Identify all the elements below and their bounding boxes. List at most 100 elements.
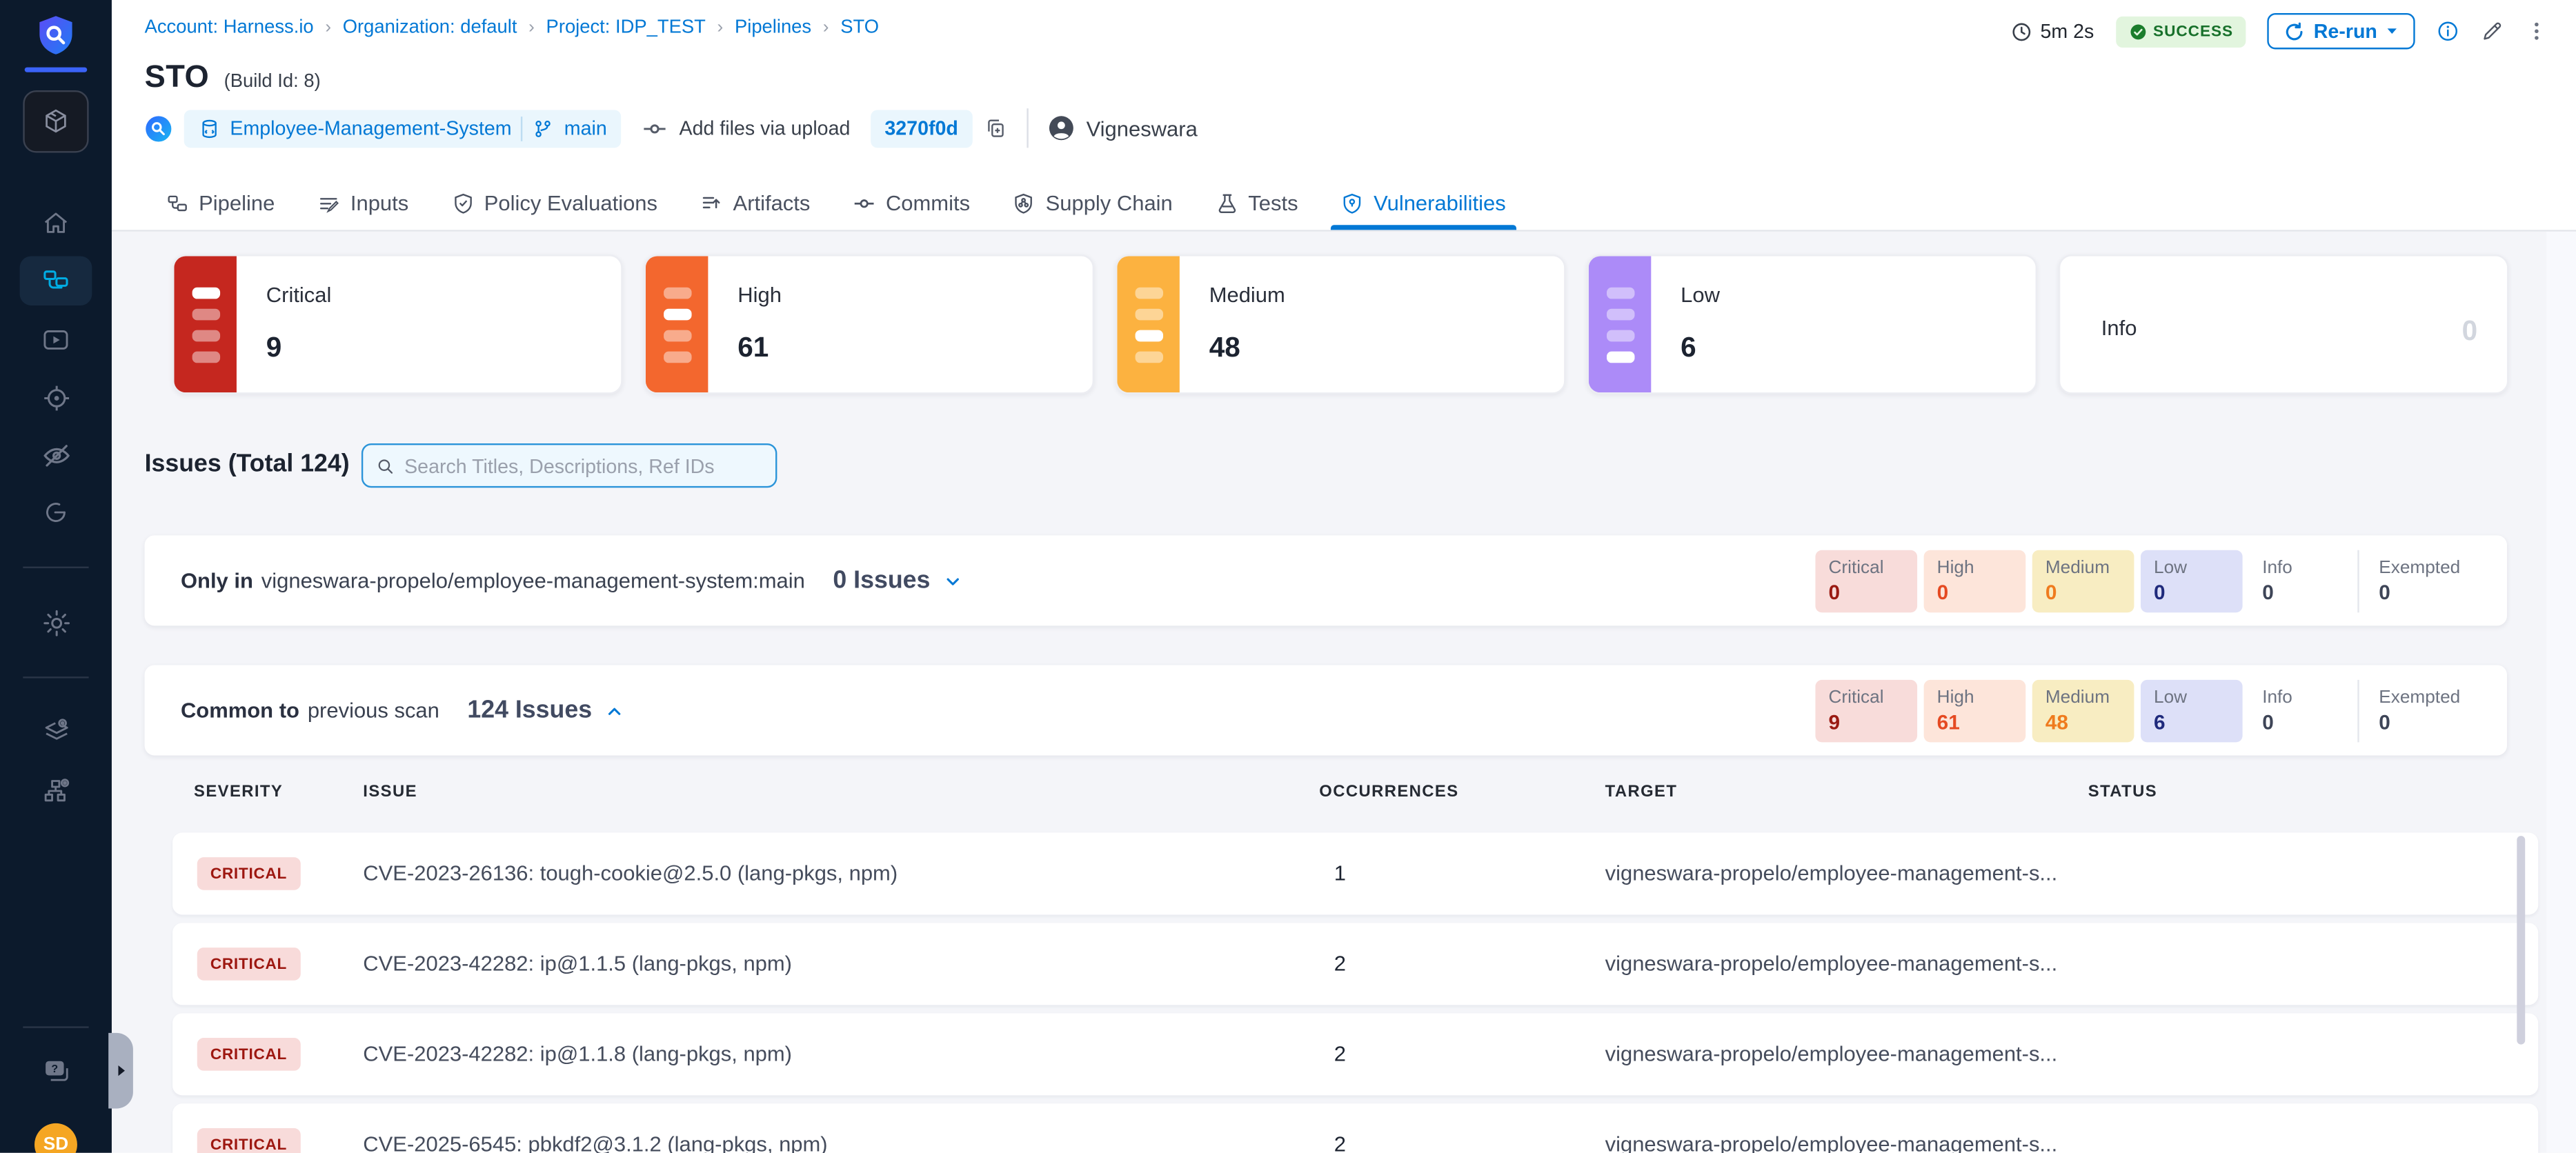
artifacts-tab-icon bbox=[700, 191, 723, 214]
column-header-issue: ISSUE bbox=[363, 783, 417, 801]
chevron-up-icon[interactable] bbox=[605, 701, 625, 721]
tab-vulnerabilities[interactable]: Vulnerabilities bbox=[1320, 176, 1527, 230]
issue-cell[interactable]: CVE-2023-42282: ip@1.1.8 (lang-pkgs, npm… bbox=[363, 1041, 792, 1066]
severity-card-label: High bbox=[737, 283, 782, 308]
severity-card-label: Medium bbox=[1209, 283, 1285, 308]
breadcrumb: Account: Harness.io›Organization: defaul… bbox=[145, 18, 879, 38]
executions-play-icon bbox=[41, 325, 71, 355]
tab-supply-chain[interactable]: Supply Chain bbox=[991, 176, 1194, 230]
occurrences-cell: 2 bbox=[1334, 951, 1346, 976]
tab-artifacts[interactable]: Artifacts bbox=[679, 176, 831, 230]
severity-card-value: 6 bbox=[1681, 332, 1696, 365]
sidebar-item-executions[interactable] bbox=[0, 315, 112, 364]
issue-table-row[interactable]: CRITICAL CVE-2023-42282: ip@1.1.8 (lang-… bbox=[172, 1013, 2538, 1095]
tab-commits[interactable]: Commits bbox=[831, 176, 991, 230]
user-avatar-icon bbox=[1049, 115, 1075, 141]
supply-chain-tab-icon bbox=[1013, 191, 1036, 214]
severity-badge: CRITICAL bbox=[197, 1128, 300, 1153]
sidebar-item-home[interactable] bbox=[0, 199, 112, 248]
breadcrumb-link[interactable]: Project: IDP_TEST bbox=[546, 18, 706, 38]
issue-cell[interactable]: CVE-2023-26136: tough-cookie@2.5.0 (lang… bbox=[363, 861, 898, 885]
severity-chip: High 0 bbox=[1924, 550, 2026, 612]
rerun-button[interactable]: Re-run bbox=[2268, 13, 2415, 49]
severity-summary-card[interactable]: High 61 bbox=[644, 254, 1095, 394]
breadcrumb-link[interactable]: Organization: default bbox=[343, 18, 517, 38]
severity-chip: Exempted 0 bbox=[2357, 550, 2475, 612]
chip-value: 0 bbox=[2262, 711, 2338, 734]
sidebar-item-pipelines[interactable] bbox=[20, 256, 92, 305]
tab-pipeline[interactable]: Pipeline bbox=[145, 176, 297, 230]
chip-label: Exempted bbox=[2379, 559, 2462, 579]
sidebar-item-org-settings[interactable] bbox=[0, 765, 112, 814]
commit-sha-pill[interactable]: 3270f0d bbox=[870, 109, 973, 147]
section-only-in[interactable]: Only in vigneswara-propelo/employee-mana… bbox=[145, 535, 2507, 625]
tab-tests[interactable]: Tests bbox=[1194, 176, 1320, 230]
more-options-kebab-icon[interactable] bbox=[2525, 20, 2548, 43]
sidebar-item-default-settings[interactable] bbox=[0, 706, 112, 755]
breadcrumb-link[interactable]: Pipelines bbox=[735, 18, 811, 38]
run-info-icon[interactable] bbox=[2437, 20, 2459, 43]
scrollbar-thumb[interactable] bbox=[2516, 836, 2524, 1044]
user-avatar[interactable]: SD bbox=[34, 1123, 77, 1153]
chip-label: High bbox=[1937, 559, 2013, 579]
sidebar-item-exemptions[interactable] bbox=[0, 430, 112, 479]
issues-search-input[interactable] bbox=[404, 454, 762, 477]
chip-value: 0 bbox=[1937, 581, 2013, 604]
breadcrumb-link[interactable]: Account: Harness.io bbox=[145, 18, 314, 38]
severity-summary-card[interactable]: Critical 9 bbox=[172, 254, 623, 394]
issue-cell[interactable]: CVE-2023-42282: ip@1.1.5 (lang-pkgs, npm… bbox=[363, 951, 792, 976]
sidebar-item-targets[interactable] bbox=[0, 373, 112, 422]
tab-inputs[interactable]: Inputs bbox=[296, 176, 430, 230]
severity-chip: Info 0 bbox=[2249, 680, 2351, 742]
build-id-label: (Build Id: 8) bbox=[224, 72, 321, 92]
repo-name[interactable]: Employee-Management-System bbox=[230, 117, 511, 139]
repo-branch-pill[interactable]: Employee-Management-System main bbox=[184, 109, 622, 147]
copy-icon[interactable] bbox=[984, 117, 1007, 139]
section-common-to[interactable]: Common to previous scan 124 Issues Criti… bbox=[145, 665, 2507, 755]
commits-tab-icon bbox=[853, 191, 875, 214]
chip-value: 0 bbox=[2045, 581, 2121, 604]
severity-card-value: 0 bbox=[2462, 315, 2478, 348]
severity-card-label: Critical bbox=[266, 283, 332, 308]
issue-table-row[interactable]: CRITICAL CVE-2023-42282: ip@1.1.5 (lang-… bbox=[172, 923, 2538, 1005]
commit-message[interactable]: Add files via upload bbox=[680, 117, 851, 139]
sidebar-item-get-started[interactable] bbox=[0, 488, 112, 537]
sidebar-divider bbox=[23, 1026, 88, 1027]
severity-chip-row: Critical 9 High 61 Medium 48 Low 6 Info … bbox=[1815, 680, 2475, 742]
severity-chip: Medium 48 bbox=[2032, 680, 2134, 742]
severity-summary-card[interactable]: Medium 48 bbox=[1116, 254, 1566, 394]
sidebar-item-settings[interactable] bbox=[0, 598, 112, 647]
chip-value: 9 bbox=[1828, 711, 1904, 734]
breadcrumb-link[interactable]: STO bbox=[840, 18, 879, 38]
tab-policy-evaluations[interactable]: Policy Evaluations bbox=[430, 176, 679, 230]
issue-cell[interactable]: CVE-2025-6545: pbkdf2@3.1.2 (lang-pkgs, … bbox=[363, 1132, 827, 1153]
severity-badge: CRITICAL bbox=[197, 1038, 300, 1071]
refresh-icon bbox=[2284, 21, 2306, 42]
edit-pipeline-icon[interactable] bbox=[2481, 20, 2504, 43]
severity-summary-card[interactable]: Low 6 bbox=[1587, 254, 2037, 394]
severity-chip-row: Critical 0 High 0 Medium 0 Low 0 Info 0 … bbox=[1815, 550, 2475, 612]
severity-chip: Low 0 bbox=[2141, 550, 2243, 612]
chip-value: 0 bbox=[2154, 581, 2230, 604]
sidebar-expand-handle[interactable] bbox=[108, 1033, 133, 1109]
chip-value: 0 bbox=[1828, 581, 1904, 604]
issue-table-row[interactable]: CRITICAL CVE-2023-26136: tough-cookie@2.… bbox=[172, 832, 2538, 914]
chip-value: 0 bbox=[2379, 581, 2462, 604]
section-issue-count: 124 Issues bbox=[467, 696, 592, 724]
issue-table-row[interactable]: CRITICAL CVE-2025-6545: pbkdf2@3.1.2 (la… bbox=[172, 1103, 2538, 1153]
sto-shield-logo-icon[interactable] bbox=[33, 13, 79, 59]
branch-name[interactable]: main bbox=[564, 117, 607, 139]
policy-shield-icon bbox=[451, 191, 474, 214]
issues-total-heading: Issues (Total 124) bbox=[145, 450, 350, 478]
sidebar-item-help[interactable]: ? bbox=[0, 1046, 112, 1095]
home-icon bbox=[41, 208, 71, 238]
chip-value: 0 bbox=[2379, 711, 2462, 734]
tests-flask-icon bbox=[1216, 191, 1238, 214]
search-icon bbox=[376, 456, 394, 476]
module-switcher-button[interactable] bbox=[23, 90, 88, 152]
commit-node-icon bbox=[643, 116, 668, 141]
severity-summary-card[interactable]: Info 0 bbox=[2059, 254, 2509, 394]
severity-card-label: Low bbox=[1681, 283, 1720, 308]
severity-badge: CRITICAL bbox=[197, 948, 300, 981]
chevron-down-icon[interactable] bbox=[943, 571, 963, 591]
